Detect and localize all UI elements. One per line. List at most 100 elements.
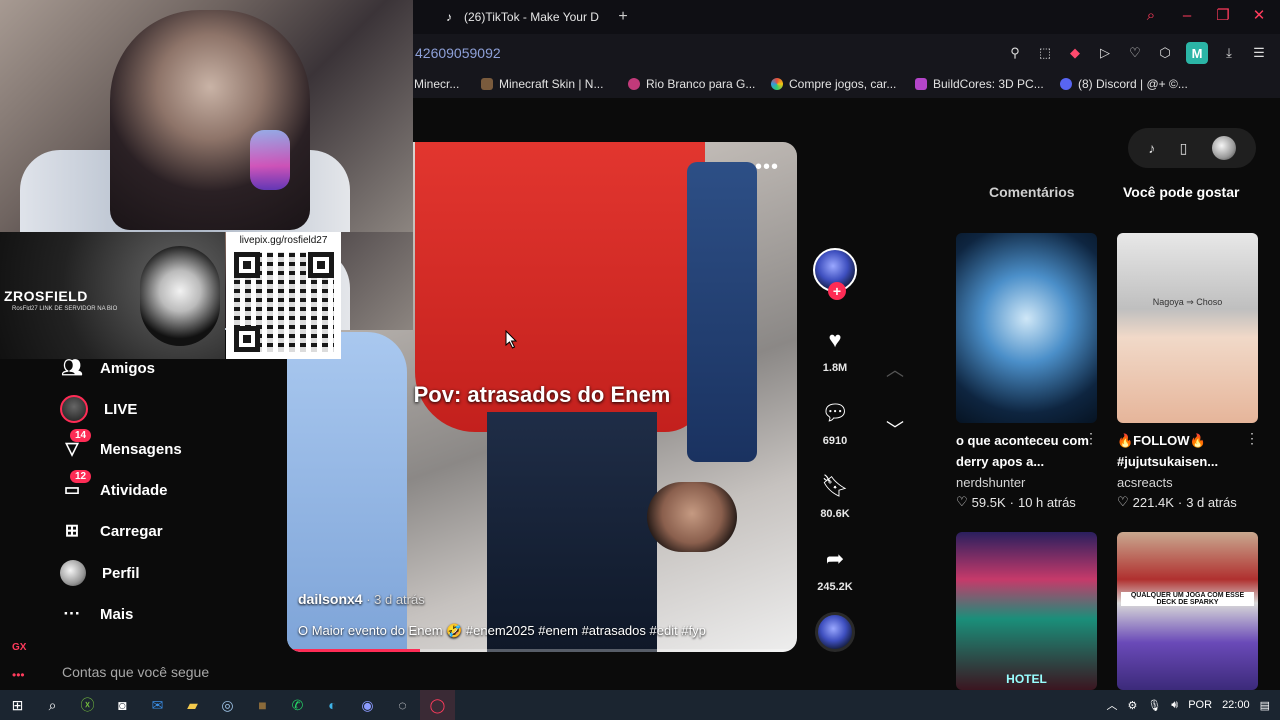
sidebar-item-activity[interactable]: ▭ 12 Atividade <box>60 470 168 502</box>
comment-icon[interactable]: 💬︎ <box>815 393 855 433</box>
chevron-down-icon[interactable]: ﹀ <box>883 416 907 440</box>
windows-taskbar: ⊞ ⌕ ⓧ ◙ ✉ ▰ ◎ ■ ✆ ◐ ◉ ◌ ◯ ︿ ⚙ 🎙︎ 🔊︎ POR … <box>0 690 1280 720</box>
obs-icon[interactable]: ◌ <box>385 690 420 720</box>
play-icon[interactable]: ▷ <box>1096 44 1114 62</box>
minecraft-icon[interactable]: ■ <box>245 690 280 720</box>
user-avatar[interactable] <box>1211 136 1236 160</box>
video-author[interactable]: dailsonx4 · 3 d atrás <box>298 591 425 607</box>
whatsapp-icon[interactable]: ✆ <box>280 690 315 720</box>
save-action[interactable]: 🔖︎ 80.6K <box>812 466 858 520</box>
profile-button[interactable]: M <box>1186 42 1208 64</box>
clock[interactable]: 22:00 <box>1222 699 1250 711</box>
creator-avatar-button[interactable]: + <box>812 248 858 300</box>
browser-tab-tiktok[interactable]: ♪ (26)TikTok - Make Your D <box>436 4 610 30</box>
music-disc-avatar[interactable] <box>815 612 855 652</box>
app-icon[interactable]: ◙ <box>105 690 140 720</box>
video-thumbnail[interactable] <box>956 233 1097 423</box>
steam-icon[interactable]: ◎ <box>210 690 245 720</box>
bookmark-item[interactable]: Minecr... <box>414 77 459 91</box>
opera-gx-icon[interactable]: ◯ <box>420 690 455 720</box>
bookmark-item[interactable]: Rio Branco para G... <box>628 77 755 91</box>
follow-plus-icon[interactable]: + <box>828 282 846 300</box>
minimize-icon[interactable]: – <box>1178 7 1196 24</box>
restore-icon[interactable]: ❐ <box>1214 6 1232 24</box>
xbox-icon[interactable]: ⓧ <box>70 690 105 720</box>
sidebar-item-upload[interactable]: ⊞ Carregar <box>60 519 163 543</box>
chevron-up-icon[interactable]: ︿ <box>883 356 907 380</box>
card-author[interactable]: nerdshunter <box>956 475 1025 490</box>
qr-label: livepix.gg/rosfield27 <box>239 235 328 246</box>
phone-icon[interactable]: ▯ <box>1180 140 1188 157</box>
url-text[interactable]: 42609059092 <box>415 45 501 61</box>
tab-comments[interactable]: Comentários <box>989 184 1075 200</box>
tiktok-app-icon[interactable]: ♪ <box>1148 140 1155 156</box>
close-icon[interactable]: ✕ <box>1250 6 1268 24</box>
card-time: 10 h atrás <box>1017 494 1076 510</box>
sidebar-item-profile[interactable]: Perfil <box>60 560 140 586</box>
search-icon[interactable]: ⌕ <box>35 690 70 720</box>
location-icon <box>628 78 640 90</box>
bookmark-item[interactable]: (8) Discord | @+ ©... <box>1060 77 1188 91</box>
comment-action[interactable]: 💬︎ 6910 <box>812 393 858 447</box>
video-thumbnail[interactable]: QUALQUER UM JOGA COM ESSE DECK DE SPARKY <box>1117 532 1258 690</box>
qr-code <box>234 252 334 352</box>
browser-toolbar: ⚲ ⬚ ◆ ▷ ♡ ⬡ M ⤓ ☰ <box>1006 42 1268 64</box>
volume-icon[interactable]: 🔊︎ <box>1171 699 1178 712</box>
qr-corner <box>234 252 260 278</box>
windows-start-icon[interactable]: ⊞ <box>0 690 35 720</box>
creator-avatar[interactable]: + <box>813 248 857 300</box>
sidebar-item-label: Carregar <box>100 522 163 540</box>
sidebar-item-more[interactable]: ··· Mais <box>60 602 134 626</box>
author-name[interactable]: dailsonx4 <box>298 591 363 607</box>
video-progress-bar[interactable] <box>287 649 797 652</box>
video-thumbnail[interactable]: HOTEL <box>956 532 1097 690</box>
card-title[interactable]: o que aconteceu com derry apos a... <box>956 430 1094 472</box>
search-icon[interactable]: ⌕ <box>1142 7 1160 24</box>
share-action[interactable]: ➦ 245.2K <box>812 539 858 593</box>
card-title[interactable]: 🔥FOLLOW🔥 #jujutsukaisen... <box>1117 430 1255 472</box>
pin-icon[interactable]: ⚲ <box>1006 44 1024 62</box>
video-frame-shape <box>647 482 737 552</box>
video-post-time: · 3 d atrás <box>362 592 425 607</box>
outlook-icon[interactable]: ✉ <box>140 690 175 720</box>
bookmark-icon[interactable]: 🔖︎ <box>815 466 855 506</box>
menu-icon[interactable]: ☰ <box>1250 44 1268 62</box>
extensions-icon[interactable]: ⬡ <box>1156 44 1174 62</box>
bookmark-item[interactable]: Minecraft Skin | N... <box>481 77 603 91</box>
pocket-icon[interactable]: ◆ <box>1066 44 1084 62</box>
share-icon[interactable]: ➦ <box>815 539 855 579</box>
card-author[interactable]: acsreacts <box>1117 475 1173 490</box>
language-indicator[interactable]: POR <box>1188 699 1212 711</box>
sidebar-item-messages[interactable]: ▽ 14 Mensagens <box>60 429 182 461</box>
edge-icon[interactable]: ◐ <box>315 690 350 720</box>
window-controls: ⌕ – ❐ ✕ <box>1142 6 1268 25</box>
card-more-icon[interactable]: ⋮ <box>1245 430 1259 447</box>
music-disc[interactable] <box>812 612 858 652</box>
heart-icon[interactable]: ♡ <box>1126 44 1144 62</box>
card-more-icon[interactable]: ⋮ <box>1084 430 1098 447</box>
bookmark-item[interactable]: BuildCores: 3D PC... <box>915 77 1044 91</box>
buildcores-icon <box>915 78 927 90</box>
gx-more-icon[interactable]: ••• <box>12 668 25 682</box>
thumbnail-text: HOTEL <box>1006 672 1047 686</box>
microphone-icon[interactable]: 🎙︎ <box>1147 699 1161 712</box>
video-thumbnail[interactable]: Nagoya ⇒ Choso <box>1117 233 1258 423</box>
download-icon[interactable]: ⤓ <box>1220 44 1238 62</box>
notifications-icon[interactable]: ▤ <box>1260 699 1270 712</box>
bookmark-item[interactable]: Compre jogos, car... <box>771 77 896 91</box>
security-icon[interactable]: ⚙ <box>1127 699 1137 712</box>
sidebar-item-friends[interactable]: 👥︎ Amigos <box>60 356 155 380</box>
card-separator: · <box>1177 494 1183 510</box>
sidebar-item-live[interactable]: LIVE <box>60 395 137 423</box>
like-action[interactable]: ♥ 1.8M <box>812 320 858 374</box>
heart-icon[interactable]: ♥ <box>815 320 855 360</box>
tab-you-may-like[interactable]: Você pode gostar <box>1123 184 1239 200</box>
new-tab-button[interactable]: + <box>614 8 632 26</box>
discord-icon[interactable]: ◉ <box>350 690 385 720</box>
screenshot-icon[interactable]: ⬚ <box>1036 44 1054 62</box>
folder-icon[interactable]: ▰ <box>175 690 210 720</box>
video-more-button[interactable]: ••• <box>755 156 779 179</box>
share-count: 245.2K <box>817 581 853 593</box>
chevron-up-icon[interactable]: ︿ <box>1106 697 1117 713</box>
gx-label[interactable]: GX <box>12 642 26 653</box>
